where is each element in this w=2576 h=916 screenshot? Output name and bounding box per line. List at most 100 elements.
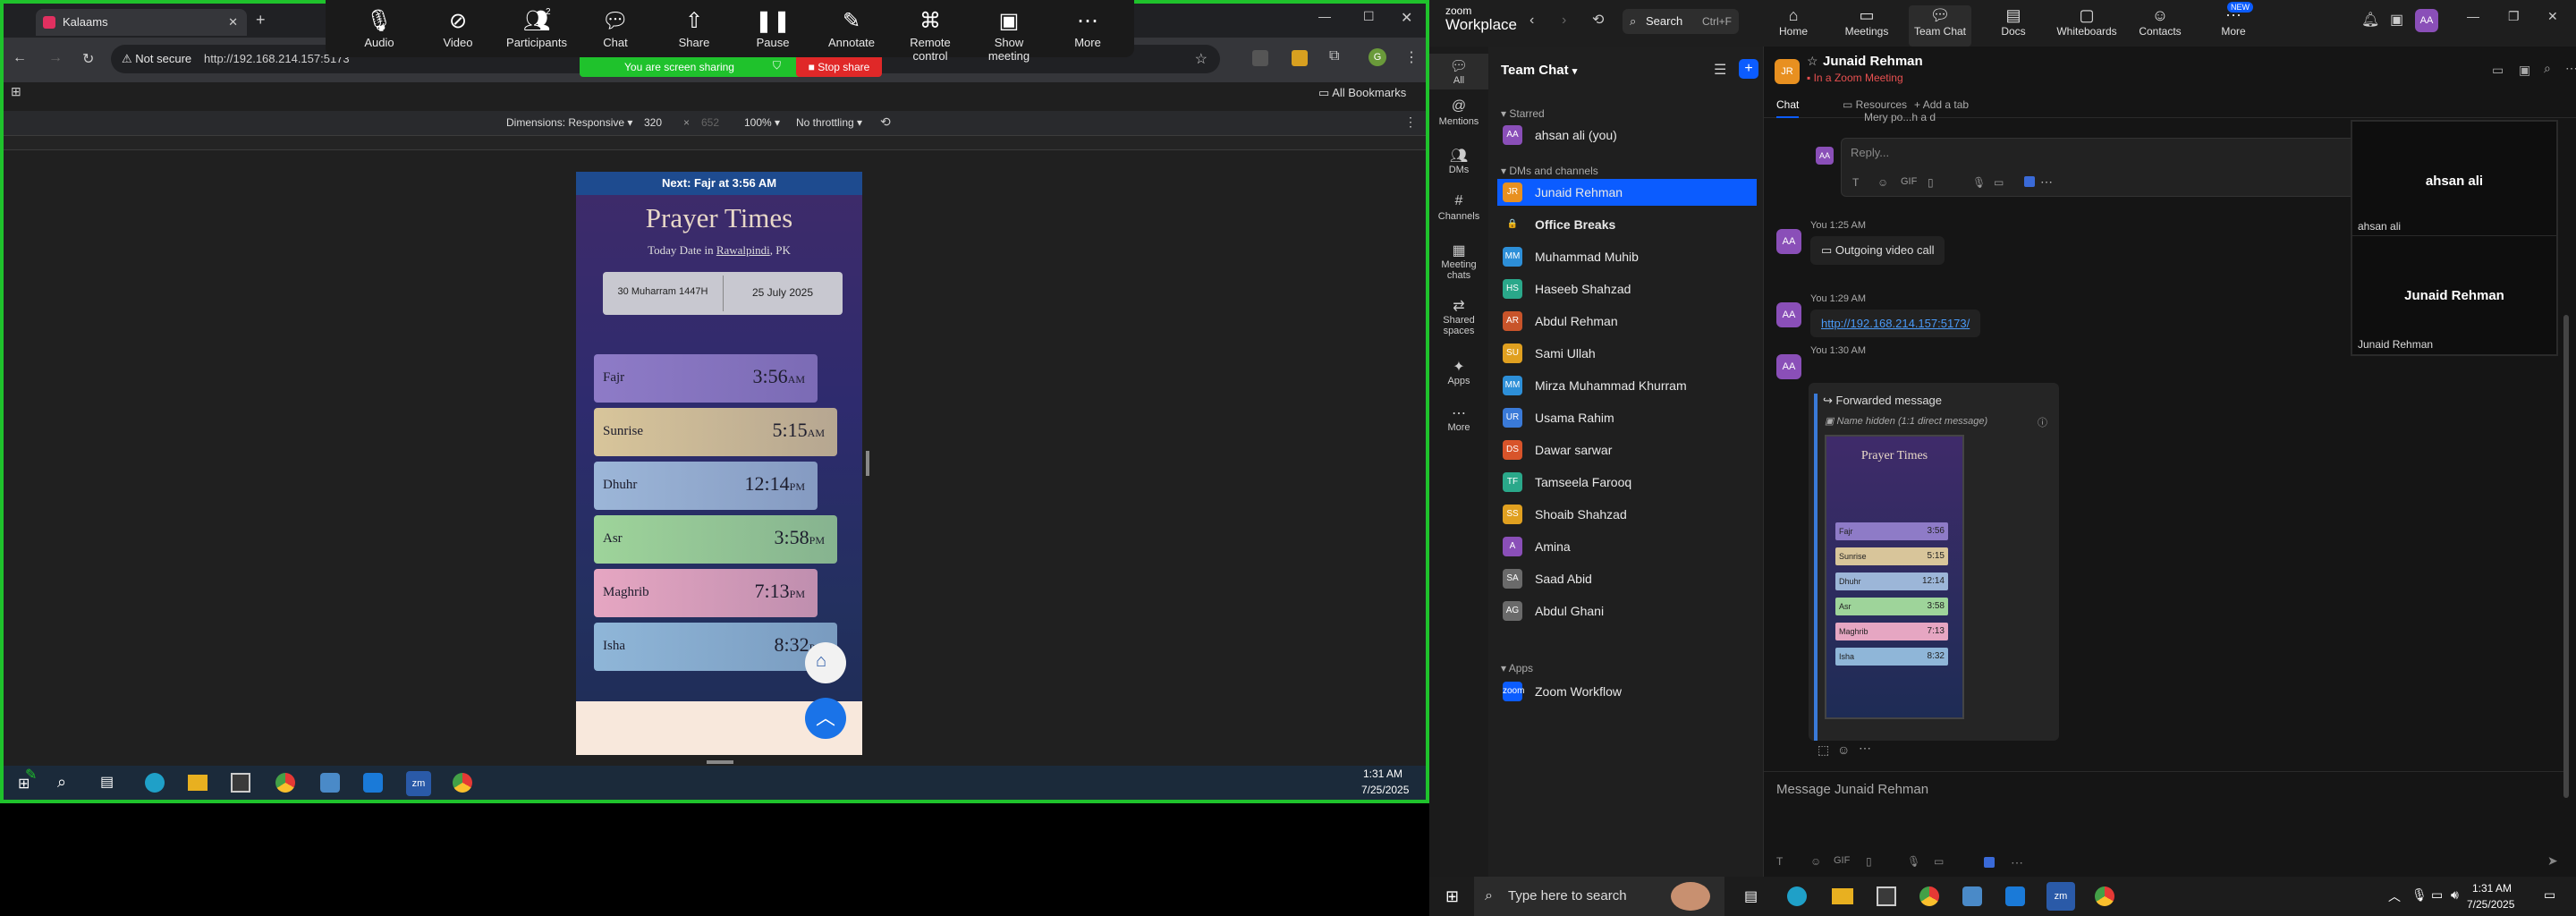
profile-avatar[interactable]: G [1368,48,1386,66]
profile-avatar[interactable]: AA [2415,9,2438,32]
list-item[interactable]: SS Shoaib Shahzad [1497,501,1757,528]
rail-mentions[interactable]: @ Mentions [1429,98,1488,127]
format-text-icon[interactable]: T [1852,176,1859,189]
scrollbar[interactable] [2563,315,2569,798]
file-explorer-icon[interactable] [1832,888,1853,904]
forwarded-message[interactable]: ↪ Forwarded message ▣ Name hidden (1:1 d… [1809,383,2059,741]
windows-start-icon[interactable]: ⊞ [1445,887,1459,906]
nav-whiteboards[interactable]: ▢ Whiteboards [2055,5,2118,38]
message-link[interactable]: http://192.168.214.157:5173/ [1810,310,1981,337]
gif-icon[interactable]: GIF [1901,176,1917,187]
resize-handle[interactable] [866,451,869,476]
chat-more-icon[interactable]: ⋯ [2565,61,2576,76]
starred-section[interactable]: ▾ Starred [1501,107,1545,120]
list-item[interactable]: zoom Zoom Workflow [1497,678,1757,705]
gif-icon[interactable]: GIF [1834,855,1850,866]
task-view-icon[interactable]: ▤ [100,773,114,791]
list-item[interactable]: JR Junaid Rehman [1497,179,1757,206]
browser-tab[interactable]: Kalaams ✕ [36,9,247,36]
file-icon[interactable]: ▯ [1866,855,1872,868]
back-icon[interactable]: ← [13,50,27,66]
scroll-top-button[interactable]: ︿ [805,698,846,739]
rail-more[interactable]: ⋯ More [1429,404,1488,433]
app-icon[interactable] [1984,857,1995,868]
format-text-icon[interactable]: T [1776,855,1783,868]
app-icon[interactable] [320,773,340,793]
volume-icon[interactable]: 🔊︎ [2451,887,2459,903]
annotate-pen-icon[interactable]: ✎ [25,766,37,784]
video-message-icon[interactable]: ▭ [1934,855,1944,868]
extension-icon[interactable] [1292,50,1308,66]
list-item[interactable]: AA ahsan ali (you) [1497,122,1757,148]
browser-menu-icon[interactable]: ⋮ [1404,48,1419,66]
maximize-icon[interactable]: ❐ [2508,9,2520,24]
new-tab-icon[interactable]: + [256,11,266,30]
rotate-icon[interactable]: ⟲ [880,114,891,130]
screenshot-thumbnail[interactable]: Prayer Times Fajr 3:56 Sunrise 5:15 Dhuhr 12:… [1825,435,1964,719]
width-input[interactable]: 320 [644,116,662,129]
not-secure-label[interactable]: ⚠ Not secure [122,52,191,66]
zoom-taskbar-icon[interactable]: zm [406,771,431,796]
nav-more[interactable]: ⋯ More NEW [2202,2,2265,38]
network-icon[interactable]: ▭ [2431,887,2443,903]
list-item[interactable]: DS Dawar sarwar [1497,437,1757,463]
reply-thread-icon[interactable]: ⬚ [1818,742,1829,758]
video-call-icon[interactable]: ▭ [2492,63,2504,78]
resize-handle[interactable] [707,760,733,764]
edge-icon[interactable] [1787,886,1807,906]
rail-meeting-chats[interactable]: ▦ Meeting chats [1429,242,1488,281]
toolbar-annotate-button[interactable]: ✎ Annotate [816,7,887,49]
history-icon[interactable]: ⟲ [1592,11,1604,29]
filter-icon[interactable]: ☰ [1714,61,1726,79]
chrome-icon[interactable] [275,773,295,793]
forward-icon[interactable]: → [48,50,63,66]
nav-home[interactable]: ⌂ Home [1762,5,1825,38]
participant-tile[interactable]: ahsan ali ahsan ali [2352,122,2556,236]
forward-icon[interactable]: › [1562,13,1566,29]
team-chat-header[interactable]: Team Chat ▾ [1501,63,1577,78]
apps-grid-icon[interactable]: ⊞ [11,84,21,99]
search-chat-icon[interactable]: ⌕ [2544,61,2551,76]
store-icon[interactable] [1877,886,1896,906]
mosque-button[interactable]: ⌂ [805,642,846,683]
rail-channels[interactable]: # Channels [1429,193,1488,222]
chrome-icon[interactable] [1919,886,1939,906]
rail-apps[interactable]: ✦ Apps [1429,358,1488,386]
emoji-icon[interactable]: ☺ [1877,176,1888,189]
search-icon[interactable]: ⌕ [57,773,66,792]
vscode-icon[interactable] [363,773,383,793]
whiteboard-app-icon[interactable]: ▣ [2390,11,2403,29]
toolbar-remote-control-button[interactable]: ⌘ Remote control [894,7,966,63]
taskbar-search[interactable]: ⌕ Type here to search [1474,877,1724,916]
stop-share-button[interactable]: ■ Stop share [796,57,882,77]
app-icon[interactable] [1962,886,1982,906]
device-menu-icon[interactable]: ⋮ [1404,114,1417,130]
search-box[interactable]: ⌕ Search Ctrl+F [1623,9,1739,34]
close-tab-icon[interactable]: ✕ [228,9,238,36]
microphone-icon[interactable]: 🎙︎ [1972,176,1986,189]
list-item[interactable]: SU Sami Ullah [1497,340,1757,367]
rail-dms[interactable]: 👥︎ DMs [1429,147,1488,175]
back-icon[interactable]: ‹ [1530,13,1534,29]
zoom-select[interactable]: 100% ▾ [744,116,780,129]
nav-team-chat[interactable]: 💬︎ Team Chat [1909,5,1971,47]
extension-icon[interactable] [1252,50,1268,66]
contact-name[interactable]: Junaid Rehman [1823,54,1923,69]
minimize-icon[interactable]: — [1318,9,1331,23]
edge-icon[interactable] [145,773,165,793]
toolbar-show-meeting-button[interactable]: ▣ Show meeting [973,7,1045,63]
apps-section[interactable]: ▾ Apps [1501,662,1533,674]
toolbar-more-button[interactable]: ⋯ More [1052,7,1123,49]
more-options-icon[interactable]: ⋯ [2040,174,2053,190]
message-input[interactable]: Message Junaid Rehman [1776,782,1928,797]
toolbar-video-button[interactable]: ⊘ Video [422,7,494,49]
info-icon[interactable]: ⓘ [2038,415,2047,429]
video-message-icon[interactable]: ▭ [1994,176,2004,189]
store-icon[interactable] [231,773,250,793]
screen-share-icon[interactable]: ▣ [2519,63,2530,78]
chrome-icon[interactable] [453,773,472,793]
nav-contacts[interactable]: ☺ Contacts [2129,5,2191,38]
dms-section[interactable]: ▾ DMs and channels [1501,165,1598,177]
list-item[interactable]: HS Haseeb Shahzad [1497,276,1757,302]
extensions-puzzle-icon[interactable]: ⧉ [1329,48,1339,64]
